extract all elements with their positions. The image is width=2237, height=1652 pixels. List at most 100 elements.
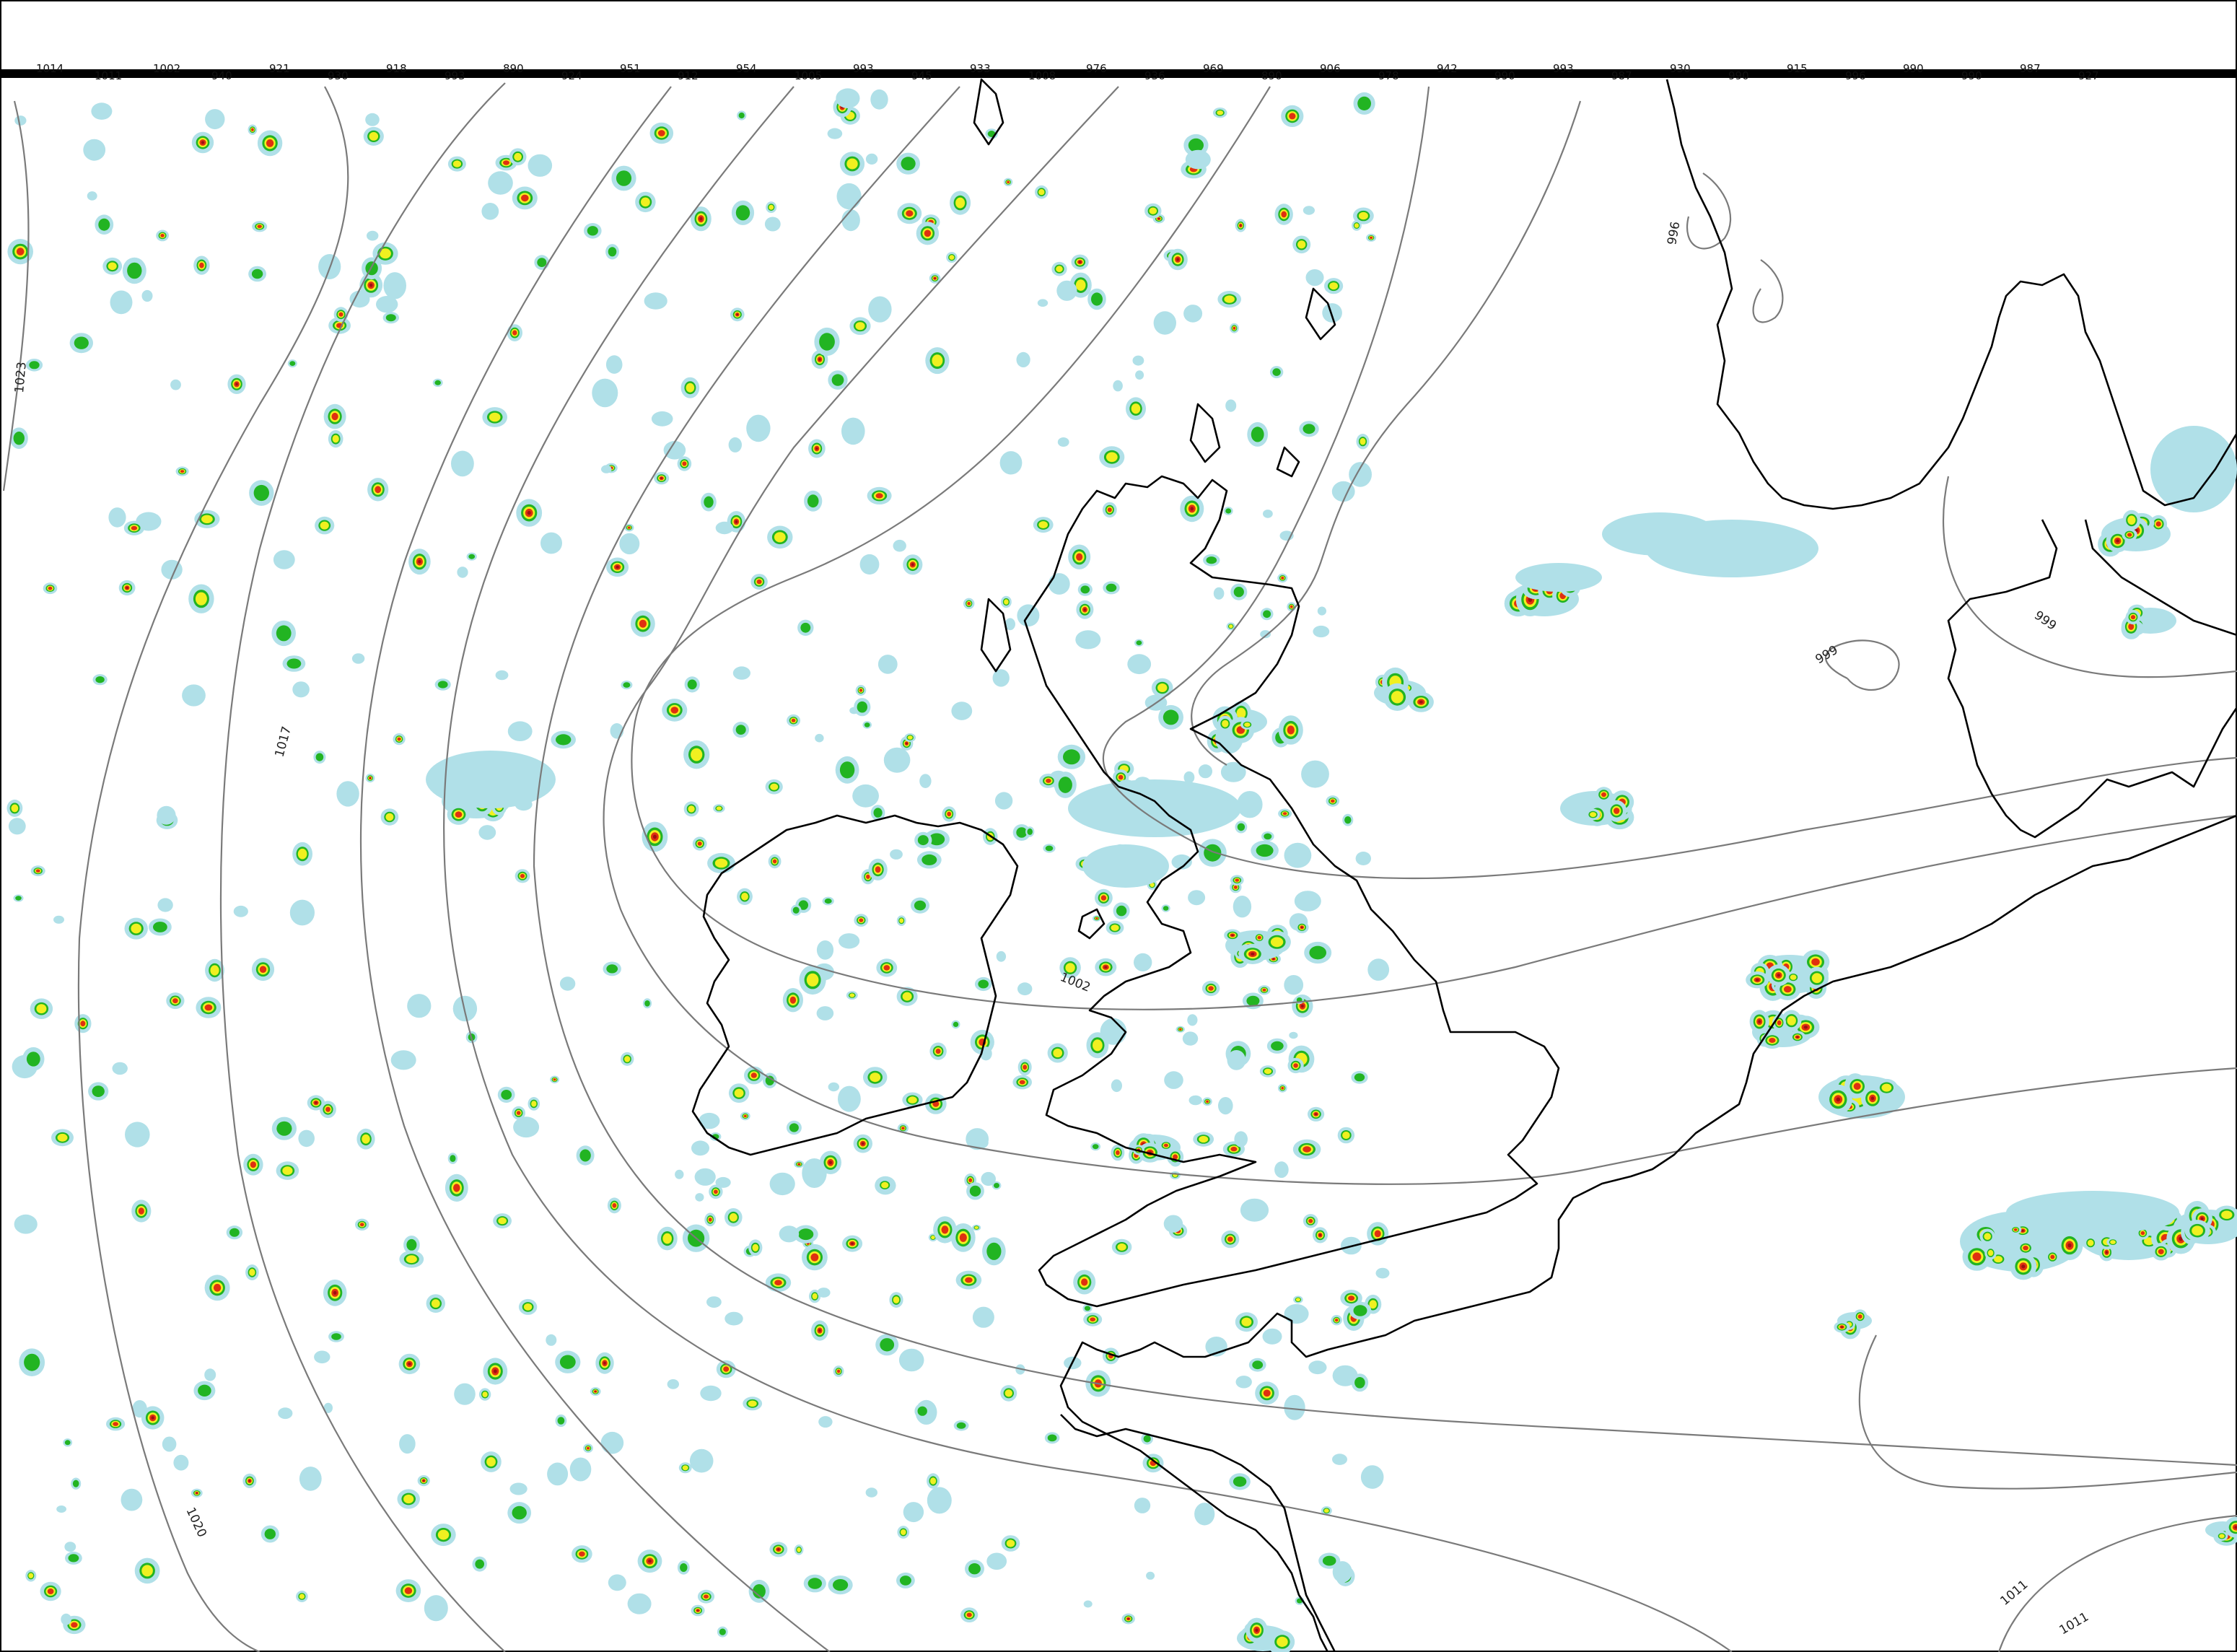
top-edge-label: 890 (503, 62, 524, 75)
precip-cell-extreme (1803, 1026, 1808, 1029)
precip-cell-very-heavy (1206, 1100, 1209, 1103)
top-edge-label: 1011 (95, 69, 122, 82)
precip-cell-very-heavy (1303, 1146, 1311, 1153)
precip-cell-very-heavy (708, 1218, 712, 1222)
precip-cell-moderate (1354, 1377, 1365, 1389)
precip-cell-light (141, 289, 153, 302)
precip-cell-light (724, 1311, 743, 1326)
precip-cell-extreme (1300, 926, 1303, 929)
precip-cell-light (608, 1574, 626, 1591)
precip-cell-heavy (486, 1457, 496, 1467)
precip-cell-heavy (1222, 720, 1229, 727)
precip-cell-extreme (1870, 1096, 1875, 1101)
precip-cell-light (667, 1379, 679, 1389)
precip-cell-light (919, 774, 932, 788)
precip-cell-moderate (95, 676, 105, 683)
precip-cell-heavy (849, 993, 855, 997)
precip-cell-light (390, 1050, 416, 1070)
isobar-line (1997, 1514, 2237, 1652)
precip-cell-heavy (797, 1547, 801, 1552)
precip-cell-heavy (452, 160, 462, 167)
isobar-line (219, 82, 506, 1652)
precip-cell-moderate (229, 1228, 240, 1237)
precip-cell-light (865, 1487, 878, 1498)
precip-cell-light (852, 784, 879, 808)
precip-cell-light (691, 1140, 709, 1156)
precip-cell-light (827, 128, 843, 139)
precip-cell-very-heavy (2158, 1249, 2164, 1255)
precip-cell-very-heavy (1777, 1020, 1782, 1026)
precip-cell-heavy (716, 806, 722, 810)
top-edge-label: 990 (1728, 69, 1749, 82)
precip-cell-very-heavy (199, 262, 204, 268)
precip-cell-extreme (2105, 1251, 2108, 1254)
precip-cell-light (1057, 437, 1069, 447)
precip-cell-moderate (26, 1052, 40, 1067)
precip-cell-light (1134, 953, 1152, 971)
top-edge-label: 978 (1378, 69, 1399, 82)
precip-cell-extreme (828, 1161, 832, 1165)
precip-cell-heavy (691, 748, 703, 761)
precip-cell-very-heavy (266, 139, 274, 147)
precip-cell-heavy (299, 1594, 305, 1599)
coastline-orkney (1276, 446, 1300, 478)
precip-cell-moderate (1045, 845, 1054, 852)
precip-cell-heavy (11, 804, 19, 813)
precip-cell-very-heavy (553, 1078, 556, 1081)
precip-cell-moderate (738, 112, 745, 119)
isobar-line (77, 86, 349, 1652)
precip-cell-moderate (276, 625, 292, 642)
precip-cell-very-heavy (1116, 1150, 1120, 1155)
top-edge-label: 990 (1961, 69, 1982, 82)
precip-cell-light (877, 655, 898, 674)
precip-cell-heavy (1106, 452, 1118, 463)
precip-cell-extreme (1272, 958, 1275, 960)
precip-cell-moderate (1058, 777, 1072, 793)
precip-cell-light (87, 191, 97, 201)
precip-cell-moderate (704, 496, 714, 508)
precip-cell-very-heavy (1178, 1028, 1182, 1031)
top-edge-label: 976 (1086, 62, 1107, 75)
precip-cell-light (903, 1502, 924, 1523)
isobar-line (1825, 639, 1900, 691)
precip-cell-light (527, 154, 553, 177)
precip-cell-heavy (1354, 223, 1360, 228)
precip-cell-light (1262, 1328, 1282, 1345)
precip-cell-extreme (2067, 1243, 2072, 1248)
precip-cell-moderate (1080, 585, 1090, 594)
precip-cell-moderate (1225, 508, 1232, 514)
precip-cell-heavy (369, 132, 379, 141)
precip-cell-very-heavy (1290, 605, 1293, 608)
precip-cell-light (273, 550, 295, 569)
precip-cell-moderate (315, 753, 324, 761)
precip-cell-very-heavy (1811, 958, 1820, 966)
precip-cell-extreme (423, 1480, 425, 1482)
precip-cell-extreme (527, 510, 531, 515)
precip-cell-extreme (603, 1361, 606, 1365)
precip-cell-very-heavy (1107, 507, 1112, 512)
precip-cell-moderate (819, 333, 835, 351)
precip-cell-heavy (881, 1181, 889, 1189)
precip-cell-very-heavy (80, 1021, 86, 1027)
precip-cell-heavy (489, 412, 501, 422)
precip-cell-moderate (978, 979, 989, 989)
precip-cell-moderate (1163, 709, 1179, 725)
isobar-line (1686, 172, 1732, 250)
precip-cell-very-heavy (586, 1446, 590, 1450)
precip-cell-moderate (1237, 823, 1246, 831)
precip-cell-heavy (1590, 812, 1597, 818)
precip-cell-light (996, 950, 1007, 962)
precip-cell-very-heavy (325, 1106, 330, 1112)
precip-cell-light (883, 747, 911, 773)
precip-cell-moderate (251, 268, 263, 279)
precip-cell-moderate (687, 679, 697, 690)
precip-cell-moderate (1322, 1555, 1336, 1566)
precip-cell-heavy (1360, 437, 1366, 445)
precip-cell-very-heavy (251, 128, 254, 131)
precip-cell-light (399, 1434, 416, 1454)
precip-cell-moderate (1163, 906, 1169, 911)
precip-cell-very-heavy (1281, 577, 1284, 580)
precip-cell-very-heavy (774, 1280, 782, 1285)
precip-cell-light (540, 532, 562, 554)
precip-cell-light (1185, 149, 1211, 170)
